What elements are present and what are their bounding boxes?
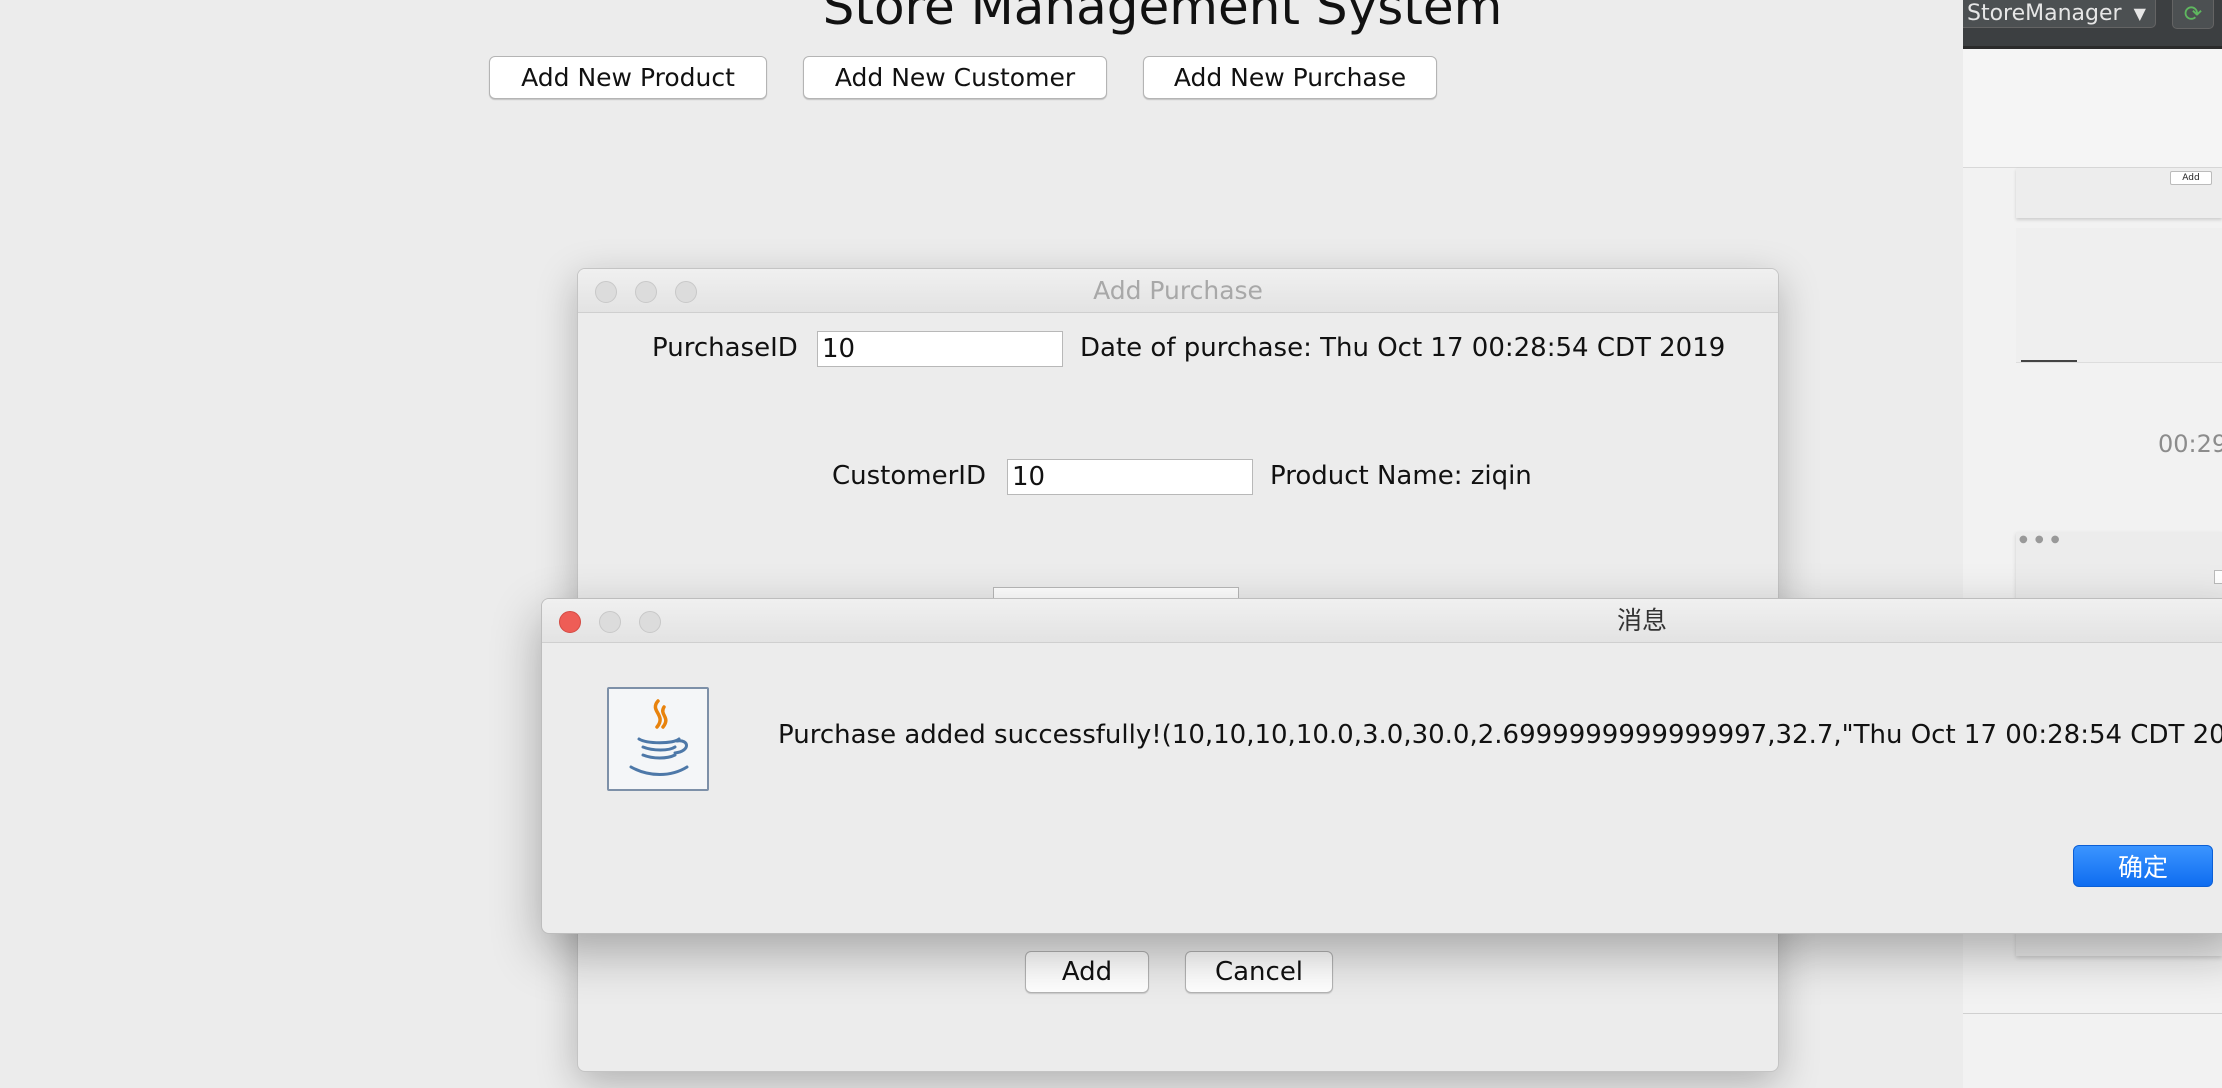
customer-id-field[interactable] [1007, 459, 1253, 495]
app-title: Store Management System [822, 0, 1503, 36]
dialog-titlebar: Add Purchase [578, 269, 1778, 313]
run-config-label: StoreManager [1967, 1, 2122, 26]
divider [1963, 1013, 2222, 1014]
add-new-product-button[interactable]: Add New Product [489, 56, 767, 99]
ide-mini-button [2214, 570, 2222, 584]
ide-preview-strip [1963, 49, 2222, 168]
cancel-button[interactable]: Cancel [1185, 951, 1333, 993]
purchase-id-field[interactable] [817, 331, 1063, 367]
window-dots-icon: ● ● ● [2019, 534, 2062, 545]
ide-preview-card: Add [2016, 168, 2222, 218]
ide-preview-card [2016, 228, 2222, 363]
date-of-purchase-label: Date of purchase: Thu Oct 17 00:28:54 CD… [1080, 333, 1726, 363]
product-name-label: Product Name: ziqin [1270, 461, 1532, 491]
rerun-icon[interactable]: ⟳ [2172, 0, 2214, 29]
java-icon [607, 687, 709, 791]
ide-toolbar: StoreManager ▼ ⟳ [1963, 0, 2222, 49]
message-text: Purchase added successfully!(10,10,10,10… [778, 720, 2222, 750]
dialog-title: Add Purchase [1093, 276, 1263, 305]
purchase-id-label: PurchaseID [652, 333, 798, 363]
add-new-customer-button[interactable]: Add New Customer [803, 56, 1107, 99]
ok-button[interactable]: 确定 [2073, 845, 2213, 887]
add-button[interactable]: Add [1025, 951, 1149, 993]
run-config-select[interactable]: StoreManager ▼ [1963, 0, 2156, 28]
chevron-down-icon: ▼ [2133, 4, 2146, 23]
message-dialog: 消息 Purchase added successfully!(10,10,10… [541, 598, 2222, 934]
dialog-titlebar: 消息 [542, 599, 2222, 643]
ide-mini-button: Add [2170, 171, 2212, 185]
ide-time-label: 00:29 [2158, 430, 2222, 458]
ide-progress-bar [2021, 360, 2077, 362]
dialog-title: 消息 [1616, 606, 1667, 635]
add-new-purchase-button[interactable]: Add New Purchase [1143, 56, 1437, 99]
customer-id-label: CustomerID [832, 461, 986, 491]
